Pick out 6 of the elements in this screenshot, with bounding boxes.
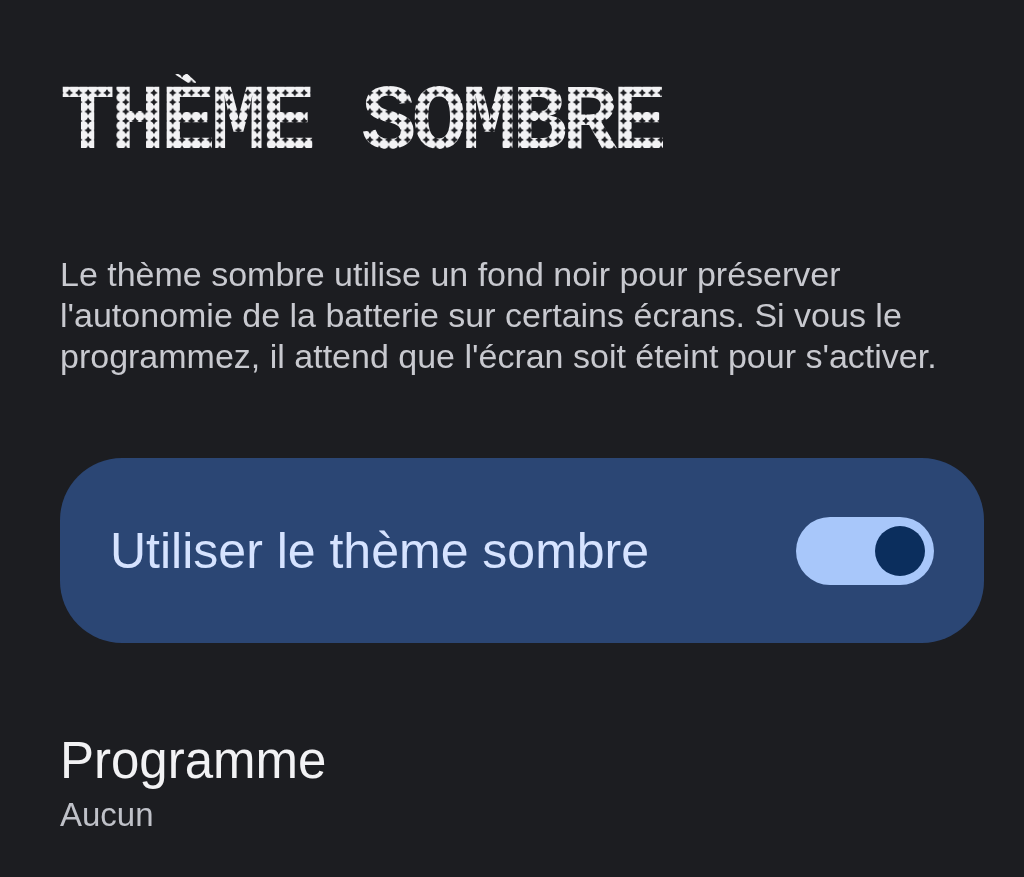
dark-theme-toggle-row[interactable]: Utiliser le thème sombre [60, 458, 984, 643]
schedule-label: Programme [60, 731, 327, 791]
toggle-label: Utiliser le thème sombre [110, 521, 650, 581]
schedule-value: Aucun [60, 795, 154, 835]
schedule-setting[interactable]: Programme Aucun [60, 731, 984, 835]
description-text: Le thème sombre utilise un fond noir pour préserver l'autonomie de la batterie sur certains écrans. Si vous le programmez, il attend que l'écran soit éteint pour s'activer. [60, 254, 938, 377]
